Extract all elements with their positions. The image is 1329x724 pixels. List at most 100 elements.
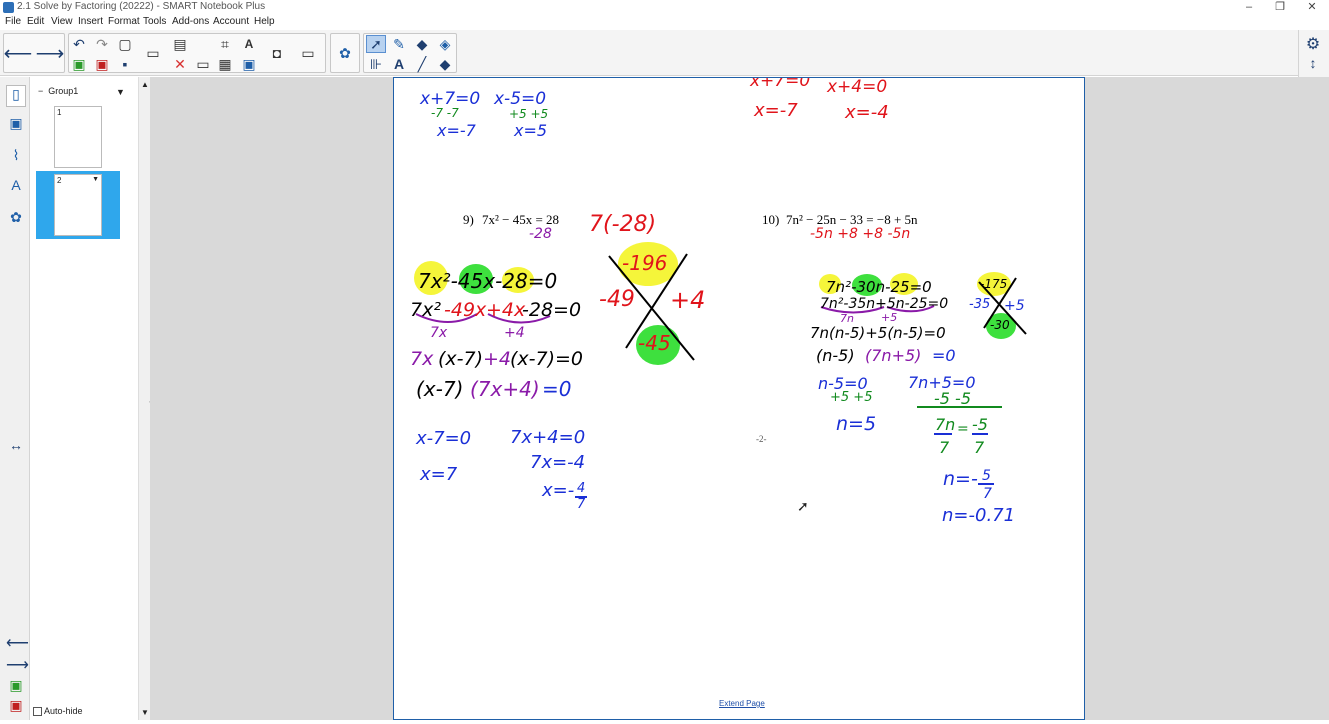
selected-page-highlight[interactable]: 2 ▼	[36, 171, 120, 239]
hw-text: -49x	[444, 299, 487, 321]
problem-9-label: 9)	[463, 212, 474, 227]
extend-page-link[interactable]: Extend Page	[719, 699, 765, 708]
open-file-icon[interactable]: ▢	[115, 35, 135, 53]
crop-icon[interactable]: ⌗	[215, 35, 235, 53]
eraser-icon[interactable]: ◆	[435, 55, 455, 73]
page-thumbnail-number: 1	[57, 108, 62, 117]
page-sorter-icon[interactable]: ▯	[6, 85, 26, 107]
menu-bar: File Edit View Insert Format Tools Add-o…	[0, 16, 1329, 30]
redo-icon[interactable]: ↷	[92, 35, 112, 53]
group-label: Group1	[48, 86, 79, 96]
menu-format[interactable]: Format	[108, 16, 140, 27]
add-page-side-icon[interactable]: ▣	[6, 677, 26, 699]
collapse-icon[interactable]: −	[38, 86, 43, 96]
save-icon[interactable]: ▪	[115, 55, 135, 73]
menu-tools[interactable]: Tools	[143, 16, 166, 27]
auto-hide-label: Auto-hide	[44, 706, 83, 716]
auto-hide-toggle[interactable]: Auto-hide	[33, 706, 83, 717]
hw-text: -30	[990, 318, 1010, 332]
close-button[interactable]: ✕	[1295, 0, 1329, 16]
properties-icon[interactable]: A	[6, 177, 26, 199]
menu-insert[interactable]: Insert	[78, 16, 103, 27]
page-thumbnail-number: 2	[57, 176, 62, 185]
sorter-scrollbar[interactable]: ▲ ▼ ‹	[138, 77, 152, 720]
thumbnail-menu-icon[interactable]: ▼	[92, 176, 99, 183]
scroll-up-icon[interactable]: ▲	[141, 80, 149, 89]
hw-text: 7	[983, 486, 992, 502]
restore-button[interactable]: ❐	[1263, 0, 1297, 16]
hw-text: =0	[542, 377, 571, 401]
hw-text: -45	[638, 331, 671, 355]
problem-10-equation: 7n² − 25n − 33 = −8 + 5n	[786, 212, 918, 227]
hw-text: +4	[504, 325, 525, 341]
window-title: 2.1 Solve by Factoring (20222) - SMART N…	[17, 1, 266, 12]
line-icon[interactable]: ╱	[412, 55, 432, 73]
menu-view[interactable]: View	[51, 16, 73, 27]
screen-shade-icon[interactable]: ▭	[193, 55, 213, 73]
side-tab-bar: ▯ ▣ ⌇ A ✿ ↔ ⟵ ⟶ ▣ ▣	[0, 77, 30, 720]
scroll-down-icon[interactable]: ▼	[141, 708, 149, 717]
menu-file[interactable]: File	[5, 16, 21, 27]
hw-text: +5 +5	[830, 390, 872, 405]
text-tool-icon[interactable]: A	[389, 55, 409, 73]
hw-text: 7(-28)	[589, 212, 656, 237]
problem-9-equation: 7x² − 45x = 28	[482, 212, 559, 227]
page-thumbnail-1[interactable]: 1	[54, 106, 102, 168]
page-thumbnail-2[interactable]: 2 ▼	[54, 174, 102, 236]
fill-icon[interactable]: ◈	[435, 35, 455, 53]
minimize-button[interactable]: –	[1232, 0, 1266, 16]
measurement-icon[interactable]: ⊪	[366, 55, 386, 73]
hw-text: 7	[939, 438, 950, 457]
hw-text: 7x	[410, 348, 434, 370]
previous-page-icon[interactable]: ⟵	[6, 633, 29, 655]
fullscreen-icon[interactable]: ▣	[239, 55, 259, 73]
hw-text: x+4=0	[826, 78, 887, 97]
menu-edit[interactable]: Edit	[27, 16, 44, 27]
hw-text: 7	[577, 497, 586, 512]
table-icon[interactable]: ▦	[215, 55, 235, 73]
hw-text: x+7=0	[749, 78, 810, 91]
hw-text: =	[957, 421, 969, 437]
hw-text: -5n +8 +8 -5n	[810, 226, 910, 242]
paste-icon[interactable]: ▤	[170, 35, 190, 53]
hw-text: x=-7	[753, 100, 798, 121]
display-icon[interactable]: ▭	[143, 44, 163, 62]
addons-tab-icon[interactable]: ✿	[6, 209, 26, 231]
delete-page-side-icon[interactable]: ▣	[6, 697, 26, 719]
text-recognition-icon[interactable]: A	[239, 35, 259, 53]
shapes-icon[interactable]: ◆	[412, 35, 432, 53]
hw-text: 7n²-30n-25=0	[826, 278, 932, 296]
forward-arrow-icon[interactable]: ⟶	[36, 43, 65, 65]
resize-sidebar-icon[interactable]: ↔	[6, 437, 26, 459]
move-toolbar-icon[interactable]: ↕	[1303, 54, 1323, 72]
hw-text: (7n+5)	[865, 346, 921, 365]
document-camera-icon[interactable]: ▭	[298, 44, 318, 62]
notebook-page[interactable]: x+7=0 -7 -7 x=-7 x-5=0 +5 +5 x=5 x+7=0 x…	[393, 71, 1085, 720]
group-header[interactable]: − Group1	[38, 86, 78, 96]
undo-icon[interactable]: ↶	[69, 35, 89, 53]
auto-hide-checkbox[interactable]	[33, 707, 42, 717]
menu-account[interactable]: Account	[213, 16, 249, 27]
group-dropdown-icon[interactable]: ▼	[116, 87, 125, 97]
add-page-icon[interactable]: ▣	[69, 55, 89, 73]
delete-page-icon[interactable]: ▣	[92, 55, 112, 73]
hw-text: -5	[972, 415, 988, 434]
menu-addons[interactable]: Add-ons	[172, 16, 209, 27]
gallery-icon[interactable]: ▣	[6, 115, 26, 137]
menu-help[interactable]: Help	[254, 16, 275, 27]
attachments-icon[interactable]: ⌇	[6, 147, 26, 169]
back-arrow-icon[interactable]: ⟵	[4, 43, 33, 65]
hw-text: 7n²-35n+5n-25=0	[820, 296, 948, 312]
hw-text: 7x	[430, 325, 448, 341]
capture-icon[interactable]: ◘	[267, 44, 287, 62]
addon-puzzle-icon[interactable]: ✿	[335, 44, 355, 62]
hw-text: 7x+4=0	[510, 427, 585, 448]
hw-text: 7x²	[410, 299, 441, 321]
pen-icon[interactable]: ✎	[389, 35, 409, 53]
select-pointer-icon[interactable]: ➚	[366, 35, 386, 53]
hw-text: -49	[599, 287, 635, 312]
next-page-icon[interactable]: ⟶	[6, 655, 29, 677]
hw-text: (7x+4)	[470, 377, 540, 401]
delete-icon[interactable]: ✕	[170, 55, 190, 73]
settings-gear-icon[interactable]: ⚙	[1303, 35, 1323, 53]
